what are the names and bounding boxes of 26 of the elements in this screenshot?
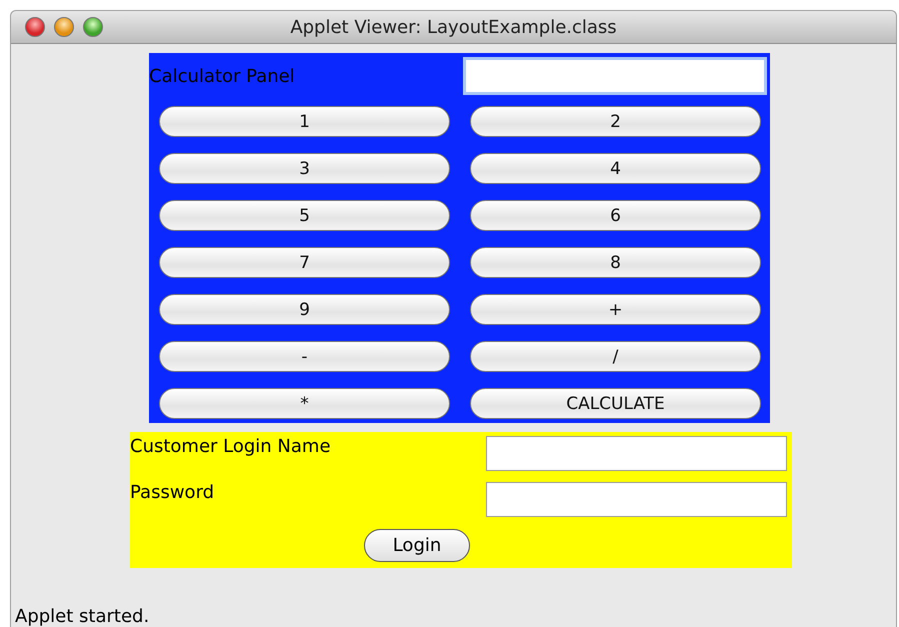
calculator-key[interactable]: 8 [470,247,761,278]
calculator-key[interactable]: 6 [470,200,761,231]
input-field[interactable] [486,436,787,471]
field-label: Customer Login Name [130,436,331,457]
calculator-key[interactable]: * [159,388,450,419]
calculator-key[interactable]: / [470,341,761,372]
window-title: Applet Viewer: LayoutExample.class [290,16,617,38]
calculator-key[interactable]: CALCULATE [470,388,761,419]
minimize-button[interactable] [54,17,74,37]
zoom-button[interactable] [83,17,103,37]
input-field[interactable] [486,482,787,517]
calculator-key[interactable]: 4 [470,153,761,184]
calculator-key[interactable]: 5 [159,200,450,231]
display-field[interactable] [463,57,767,95]
status-text: Applet started. [15,606,150,627]
calculator-key[interactable]: - [159,341,450,372]
calculator-key[interactable]: 7 [159,247,450,278]
calculator-key[interactable]: 9 [159,294,450,325]
calculator-key[interactable]: + [470,294,761,325]
calculator-key[interactable]: 1 [159,106,450,137]
panel-label: Calculator Panel [149,66,295,86]
login-button[interactable]: Login [364,529,470,562]
calculator-key[interactable]: 2 [470,106,761,137]
calculator-key[interactable]: 3 [159,153,450,184]
field-label: Password [130,482,214,503]
close-button[interactable] [25,17,45,37]
